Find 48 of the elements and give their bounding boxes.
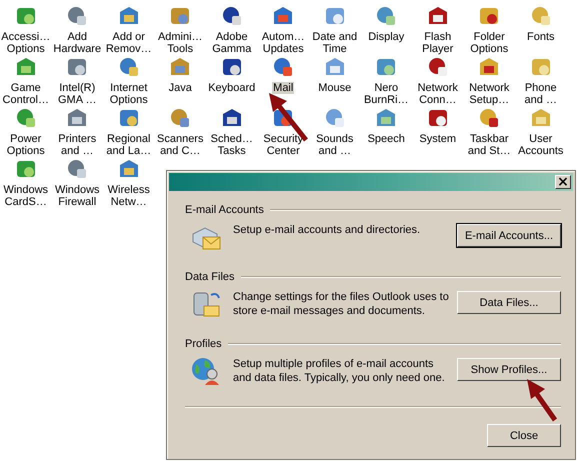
applet-label[interactable]: Printers and … [57,133,98,157]
dialog-button[interactable]: E-mail Accounts... [457,224,561,247]
applet-label[interactable]: User Accounts [517,133,564,157]
applet-label[interactable]: Regional and La… [105,133,152,157]
section-title: E-mail Accounts [185,204,264,216]
applet-label[interactable]: Admini… Tools [156,31,204,55]
section-title: Profiles [185,338,222,350]
applet-label[interactable]: Folder Options [469,31,510,55]
applet-label[interactable]: Windows Firewall [54,184,101,208]
applet-label[interactable]: Mail [272,82,294,94]
applet-label[interactable]: Intel(R) GMA … [56,82,98,106]
applet-label[interactable]: Autom… Updates [260,31,306,55]
applet-label[interactable]: Keyboard [207,82,256,94]
close-button[interactable]: × [555,175,571,189]
applet-label[interactable]: Sched… Tasks [210,133,254,157]
applet-label[interactable]: Mouse [317,82,352,94]
applet-label[interactable]: Flash Player [421,31,454,55]
applet-label[interactable]: Date and Time [311,31,358,55]
dialog-button[interactable]: Show Profiles... [457,358,561,381]
applet-label[interactable]: Network Setup… [468,82,510,106]
applet-label[interactable]: Network Conn… [416,82,459,106]
applet-label[interactable]: Security Center [262,133,304,157]
applet-label[interactable]: Windows CardS… [2,184,50,208]
section-description: Setup e-mail accounts and directories. [233,223,422,237]
applet-label[interactable]: Phone and … [524,82,558,106]
applet-label[interactable]: Java [168,82,193,94]
applet-label[interactable]: Display [367,31,406,43]
applet-label[interactable]: Speech [366,133,406,145]
applet-label[interactable]: Taskbar and St… [466,133,512,157]
applet-label[interactable]: Add or Remov… [104,31,153,55]
applet-label[interactable]: Fonts [526,31,556,43]
applet-label[interactable]: Nero BurnRi… [362,82,410,106]
applet-label[interactable]: Scanners and C… [156,133,204,157]
section-title: Data Files [185,271,235,283]
close-dialog-button[interactable]: Close [487,424,561,447]
applet-label[interactable]: Internet Options [108,82,149,106]
dialog-button[interactable]: Data Files... [457,291,561,314]
section-description: Change settings for the files Outlook uses to store e-mail messages and documents. [233,290,450,318]
applet-label[interactable]: Game Control… [2,82,50,106]
applet-label[interactable]: Power Options [6,133,46,157]
applet-label[interactable]: Adobe Gamma [211,31,252,55]
applet-label[interactable]: Accessi… Options [0,31,52,55]
applet-label[interactable]: System [418,133,458,145]
pointer-arrow [527,379,558,422]
applet-label[interactable]: Wireless Netw… [106,184,151,208]
section-description: Setup multiple profiles of e-mail accounts and data files. Typically, you only need one. [233,357,446,385]
applet-label[interactable]: Add Hardware [52,31,102,55]
applet-label[interactable]: Sounds and … [315,133,354,157]
